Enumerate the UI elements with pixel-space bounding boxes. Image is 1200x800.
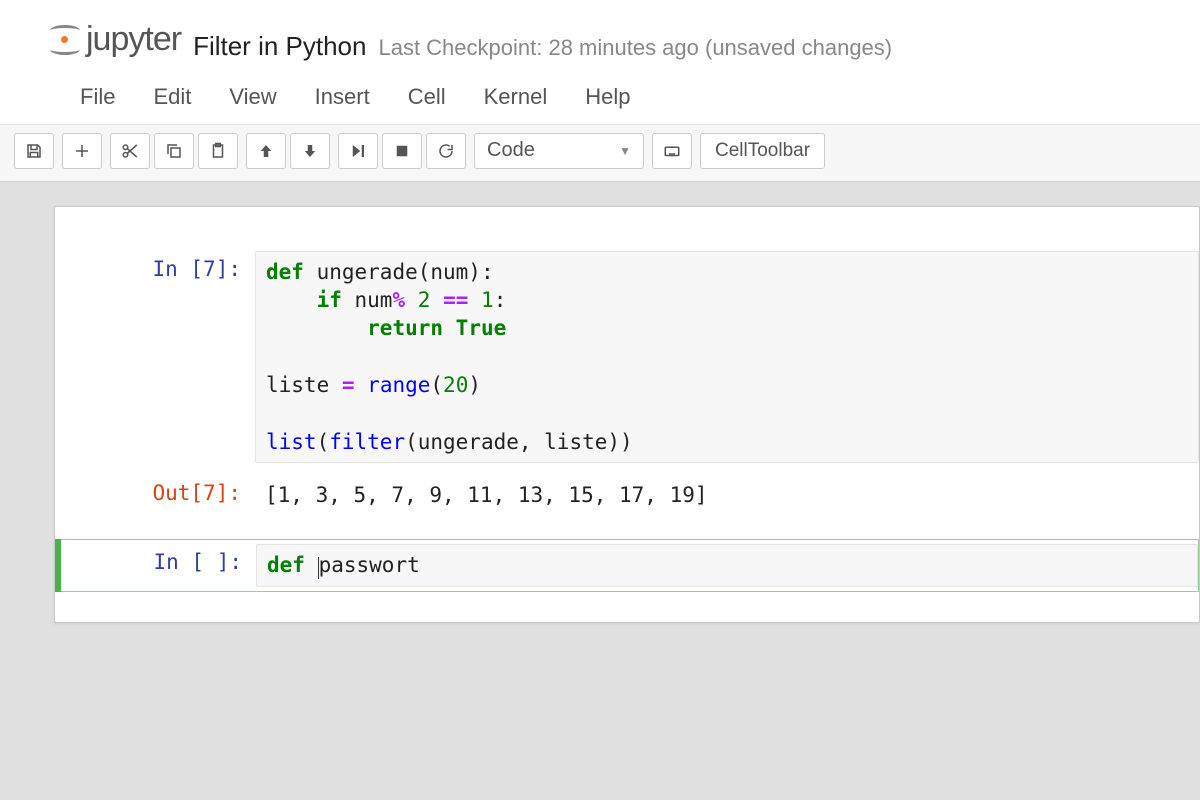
scissors-icon <box>121 142 139 160</box>
notebook-container: In [7]: def ungerade(num): if num% 2 == … <box>0 182 1200 663</box>
move-down-button[interactable] <box>290 133 330 169</box>
code-cell[interactable]: In [7]: def ungerade(num): if num% 2 == … <box>55 247 1199 467</box>
output-prompt: Out[7]: <box>55 475 255 505</box>
toolbar: Code CellToolbar <box>0 124 1200 182</box>
notebook-title[interactable]: Filter in Python <box>193 31 366 62</box>
restart-icon <box>437 142 455 160</box>
menu-help[interactable]: Help <box>585 84 630 110</box>
menu-view[interactable]: View <box>229 84 276 110</box>
paste-icon <box>209 142 227 160</box>
interrupt-button[interactable] <box>382 133 422 169</box>
code-cell-output: Out[7]: [1, 3, 5, 7, 9, 11, 13, 15, 17, … <box>55 471 1199 519</box>
stop-icon <box>393 142 411 160</box>
keyboard-icon <box>663 142 681 160</box>
plus-icon <box>73 142 91 160</box>
copy-button[interactable] <box>154 133 194 169</box>
cell-toolbar-label: CellToolbar <box>715 140 810 162</box>
menu-insert[interactable]: Insert <box>315 84 370 110</box>
command-palette-button[interactable] <box>652 133 692 169</box>
cut-button[interactable] <box>110 133 150 169</box>
arrow-up-icon <box>257 142 275 160</box>
save-button[interactable] <box>14 133 54 169</box>
notebook: In [7]: def ungerade(num): if num% 2 == … <box>54 206 1200 623</box>
menubar: File Edit View Insert Cell Kernel Help <box>50 70 1180 124</box>
jupyter-logo-icon <box>50 25 80 55</box>
input-prompt: In [7]: <box>55 251 255 281</box>
cell-toolbar-button[interactable]: CellToolbar <box>700 133 825 169</box>
menu-file[interactable]: File <box>80 84 115 110</box>
header: jupyter Filter in Python Last Checkpoint… <box>0 0 1200 124</box>
paste-button[interactable] <box>198 133 238 169</box>
menu-cell[interactable]: Cell <box>408 84 446 110</box>
menu-kernel[interactable]: Kernel <box>484 84 548 110</box>
input-prompt: In [ ]: <box>56 544 256 574</box>
code-input-area[interactable]: def ungerade(num): if num% 2 == 1: retur… <box>255 251 1199 463</box>
checkpoint-status: Last Checkpoint: 28 minutes ago (unsaved… <box>378 35 892 61</box>
jupyter-app: jupyter Filter in Python Last Checkpoint… <box>0 0 1200 663</box>
code-cell-active[interactable]: In [ ]: def passwort <box>55 539 1199 591</box>
move-up-button[interactable] <box>246 133 286 169</box>
cell-type-select[interactable]: Code <box>474 133 644 169</box>
cell-type-value: Code <box>487 139 535 162</box>
menu-edit[interactable]: Edit <box>153 84 191 110</box>
jupyter-logo[interactable]: jupyter <box>50 20 181 59</box>
step-forward-icon <box>349 142 367 160</box>
insert-cell-button[interactable] <box>62 133 102 169</box>
save-icon <box>25 142 43 160</box>
copy-icon <box>165 142 183 160</box>
header-row: jupyter Filter in Python Last Checkpoint… <box>50 8 1180 70</box>
run-button[interactable] <box>338 133 378 169</box>
restart-button[interactable] <box>426 133 466 169</box>
logo-text: jupyter <box>86 20 181 59</box>
arrow-down-icon <box>301 142 319 160</box>
code-output-area: [1, 3, 5, 7, 9, 11, 13, 15, 17, 19] <box>255 475 1199 515</box>
code-input-area[interactable]: def passwort <box>256 544 1198 586</box>
